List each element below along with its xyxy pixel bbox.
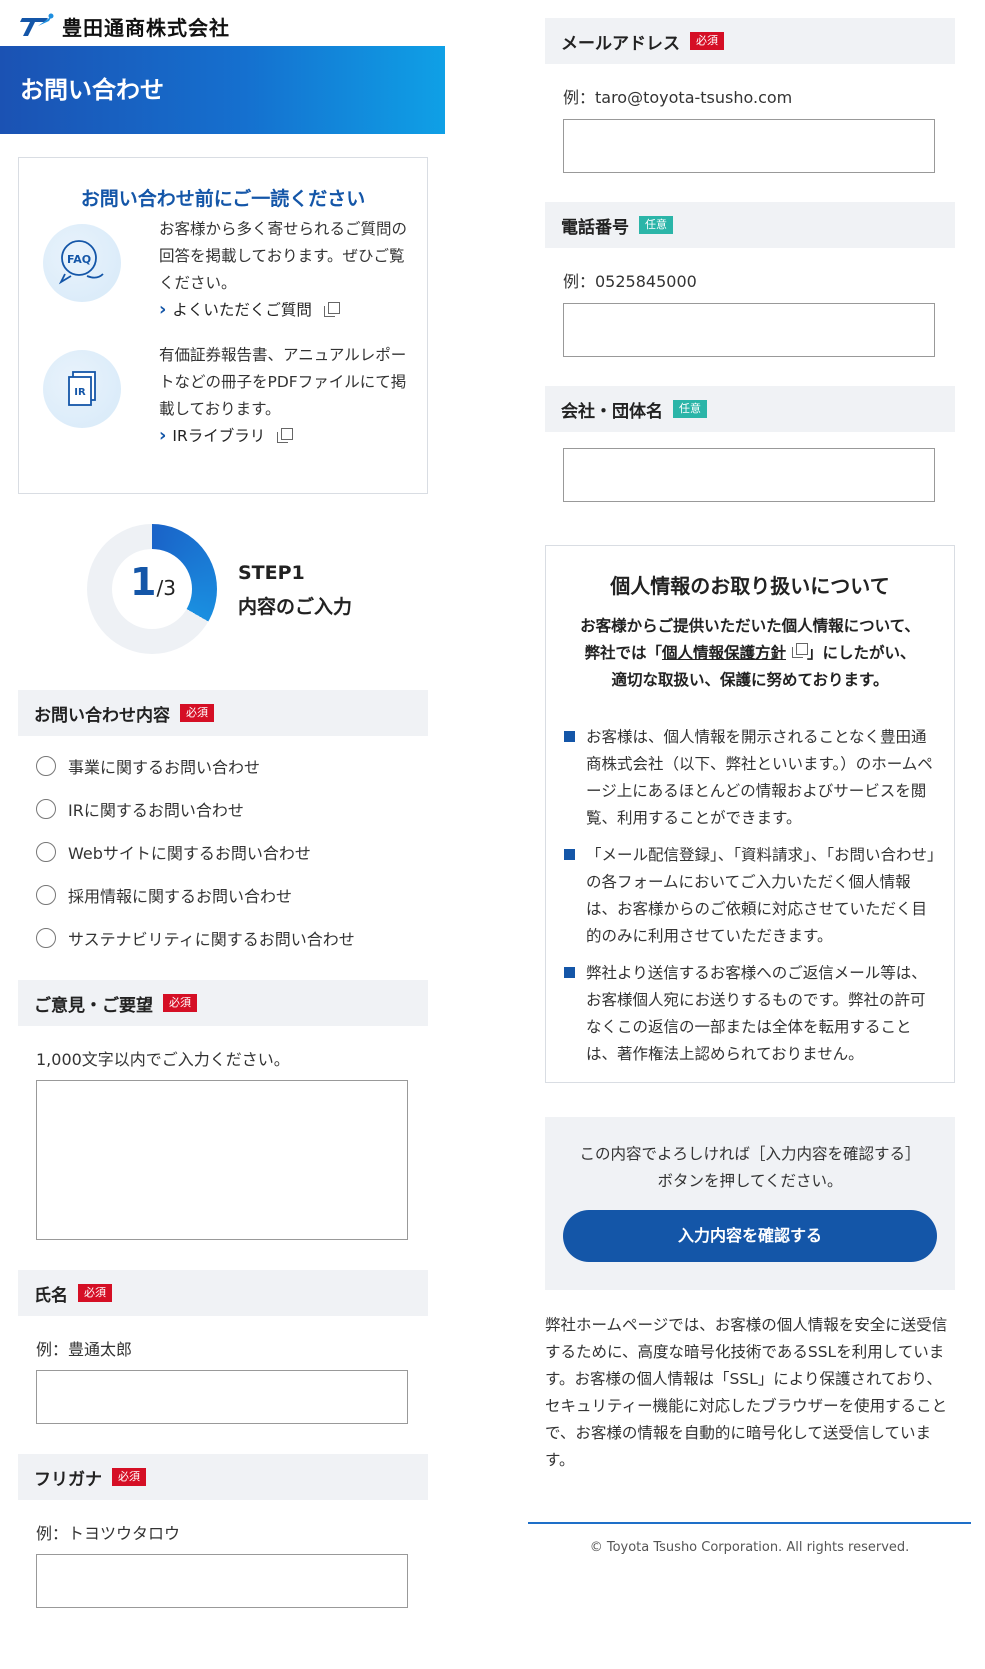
chevron-right-icon: › — [159, 424, 167, 446]
company-field[interactable] — [563, 448, 935, 502]
radio-button[interactable] — [36, 885, 56, 905]
external-window-icon — [792, 643, 808, 658]
external-window-icon — [323, 301, 340, 317]
logo-mark-icon — [20, 13, 54, 36]
footer-divider — [528, 1522, 971, 1524]
step-label: STEP1 内容のご入力 — [238, 562, 353, 618]
preread-faq: FAQ お客様から多く寄せられるご質問の回答を掲載しております。ぜひご覧ください… — [43, 220, 407, 354]
privacy-item: 「メール配信登録」、「資料請求」、「お問い合わせ」の各フォームにおいてご入力いた… — [564, 842, 939, 950]
optional-badge: 任意 — [673, 400, 707, 418]
faq-link[interactable]: › よくいただくご質問 — [159, 298, 340, 320]
phone-hint: 例：0525845000 — [563, 272, 697, 291]
required-badge: 必須 — [163, 994, 197, 1012]
radio-option-recruit[interactable]: 採用情報に関するお問い合わせ — [36, 883, 292, 907]
faq-description: お客様から多く寄せられるご質問の回答を掲載しております。ぜひご覧ください。 — [159, 220, 408, 292]
phone-field[interactable] — [563, 303, 935, 357]
privacy-item: 弊社より送信するお客様へのご返信メール等は、お客様個人宛にお送りするものです。弊… — [564, 960, 939, 1068]
brand-logo[interactable]: 豊田通商株式会社 — [18, 10, 230, 42]
confirm-button[interactable]: 入力内容を確認する — [563, 1210, 937, 1262]
radio-option-website[interactable]: Webサイトに関するお問い合わせ — [36, 840, 311, 864]
name-header: 氏名 必須 — [18, 1270, 428, 1316]
ir-description: 有価証券報告書、アニュアルレポートなどの冊子をPDFファイルにて掲載しております… — [159, 346, 407, 418]
ssl-note: 弊社ホームページでは、お客様の個人情報を安全に送受信するために、高度な暗号化技術… — [545, 1316, 948, 1469]
optional-badge: 任意 — [639, 216, 673, 234]
confirm-instruction: この内容でよろしければ［入力内容を確認する］ ボタンを押してください。 — [579, 1145, 921, 1190]
ir-document-icon: IR — [43, 350, 121, 428]
email-header: メールアドレス 必須 — [545, 18, 955, 64]
faq-icon-label: FAQ — [67, 253, 91, 266]
privacy-item: お客様は、個人情報を開示されることなく豊田通商株式会社（以下、弊社といいます。）… — [564, 724, 939, 832]
required-badge: 必須 — [112, 1468, 146, 1486]
privacy-lead: お客様からご提供いただいた個人情報について、 弊社では「個人情報保護方針 」にした… — [580, 617, 920, 689]
email-hint: 例：taro@toyota-tsusho.com — [563, 88, 793, 107]
privacy-title: 個人情報のお取り扱いについて — [610, 574, 890, 598]
privacy-box: 個人情報のお取り扱いについて お客様からご提供いただいた個人情報について、 弊社… — [545, 545, 955, 1083]
preread-box: お問い合わせ前にご一読ください FAQ お客様から多く寄せられるご質問の回答を掲… — [18, 157, 428, 494]
inquiry-type-header: お問い合わせ内容 必須 — [18, 690, 428, 736]
required-badge: 必須 — [690, 32, 724, 50]
copyright: © Toyota Tsusho Corporation. All rights … — [589, 1540, 910, 1555]
kana-header: フリガナ 必須 — [18, 1454, 428, 1500]
kana-hint: 例：トヨツウタロウ — [36, 1524, 181, 1543]
radio-button[interactable] — [36, 756, 56, 776]
step-counter: 1/3 — [130, 560, 176, 604]
name-hint: 例：豊通太郎 — [36, 1340, 133, 1359]
email-field[interactable] — [563, 119, 935, 173]
required-badge: 必須 — [78, 1284, 112, 1302]
radio-button[interactable] — [36, 799, 56, 819]
radio-option-ir[interactable]: IRに関するお問い合わせ — [36, 797, 244, 821]
opinion-header: ご意見・ご要望 必須 — [18, 980, 428, 1026]
ir-library-link[interactable]: › IRライブラリ — [159, 424, 294, 446]
opinion-hint: 1,000文字以内でご入力ください。 — [36, 1050, 290, 1069]
brand-name: 豊田通商株式会社 — [62, 15, 230, 40]
ir-icon-label: IR — [74, 387, 86, 398]
confirm-box: この内容でよろしければ［入力内容を確認する］ ボタンを押してください。 入力内容… — [545, 1117, 955, 1290]
radio-button[interactable] — [36, 928, 56, 948]
name-field[interactable] — [36, 1370, 408, 1424]
company-header: 会社・団体名 任意 — [545, 386, 955, 432]
radio-button[interactable] — [36, 842, 56, 862]
radio-option-business[interactable]: 事業に関するお問い合わせ — [36, 754, 260, 778]
radio-option-sustainability[interactable]: サステナビリティに関するお問い合わせ — [36, 926, 355, 950]
ir-link-label: IRライブラリ — [172, 427, 266, 445]
phone-header: 電話番号 任意 — [545, 202, 955, 248]
required-badge: 必須 — [180, 704, 214, 722]
preread-title: お問い合わせ前にご一読ください — [80, 188, 366, 210]
preread-ir: IR 有価証券報告書、アニュアルレポートなどの冊子をPDFファイルにて掲載してお… — [43, 346, 406, 480]
page-title: お問い合わせ — [0, 46, 445, 134]
kana-field[interactable] — [36, 1554, 408, 1608]
external-window-icon — [277, 427, 294, 443]
privacy-policy-link[interactable]: 個人情報保護方針 — [662, 644, 786, 662]
faq-icon: FAQ — [43, 224, 121, 302]
opinion-textarea[interactable] — [36, 1080, 408, 1240]
faq-link-label: よくいただくご質問 — [172, 301, 312, 319]
chevron-right-icon: › — [159, 298, 167, 320]
